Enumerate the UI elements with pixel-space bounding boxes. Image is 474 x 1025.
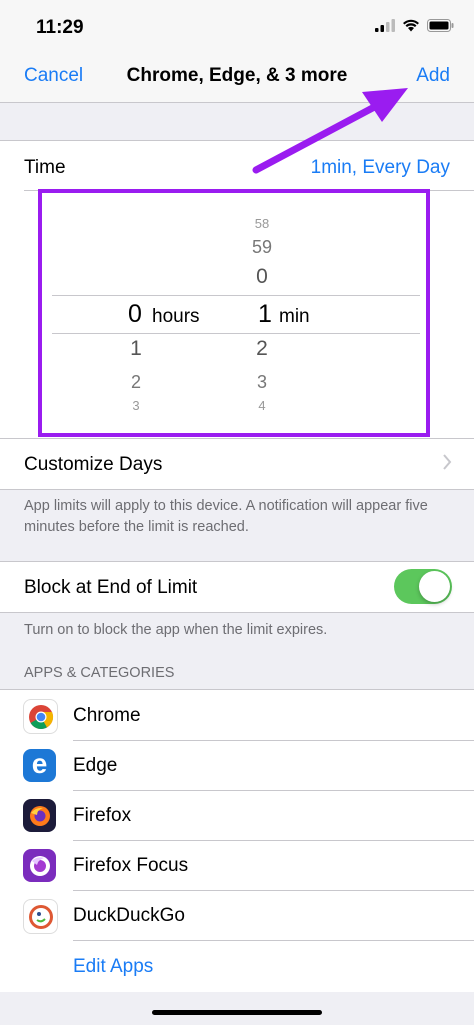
app-name: Chrome (73, 705, 141, 726)
app-name: Edge (73, 755, 118, 776)
firefox-icon (23, 799, 56, 832)
app-name: DuckDuckGo (73, 905, 185, 926)
time-section: Time 1min, Every Day 1 2 3 0 hours 58 59… (0, 140, 474, 439)
arrow-annotation-icon (252, 88, 408, 174)
list-item[interactable]: Firefox (0, 790, 474, 841)
firefox-focus-icon (23, 849, 56, 882)
duckduckgo-icon (23, 899, 58, 934)
customize-days-label: Customize Days (24, 454, 163, 475)
list-item[interactable]: Chrome (0, 690, 474, 741)
chrome-icon (23, 699, 58, 734)
edit-apps-button[interactable]: Edit Apps (73, 956, 153, 978)
home-indicator[interactable] (152, 1010, 322, 1015)
customize-days-row[interactable]: Customize Days (0, 438, 474, 490)
block-limit-toggle[interactable] (394, 569, 452, 604)
cancel-button[interactable]: Cancel (24, 65, 83, 87)
status-time: 11:29 (36, 17, 84, 38)
apps-section-header: APPS & CATEGORIES (24, 665, 175, 681)
wifi-icon (402, 18, 420, 37)
edge-icon: e (23, 749, 56, 782)
chevron-right-icon (442, 453, 452, 476)
signal-icon (375, 18, 395, 37)
time-label: Time (24, 157, 66, 178)
block-limit-row: Block at End of Limit (0, 561, 474, 613)
apps-list: Chrome e Edge Firefox Firefox Focus Duck… (0, 689, 474, 992)
block-note: Turn on to block the app when the limit … (24, 622, 328, 638)
list-item[interactable]: Firefox Focus (0, 840, 474, 891)
list-item[interactable]: e Edge (0, 740, 474, 791)
status-icons (375, 18, 454, 37)
limit-note: App limits will apply to this device. A … (24, 498, 428, 535)
list-item[interactable]: DuckDuckGo (0, 890, 474, 941)
toggle-knob (419, 571, 450, 602)
app-name: Firefox Focus (73, 855, 189, 876)
add-button[interactable]: Add (416, 65, 450, 87)
highlight-box (38, 189, 430, 437)
status-bar: 11:29 (0, 0, 474, 52)
block-limit-label: Block at End of Limit (24, 577, 198, 598)
app-name: Firefox (73, 805, 132, 826)
battery-icon (427, 18, 454, 37)
